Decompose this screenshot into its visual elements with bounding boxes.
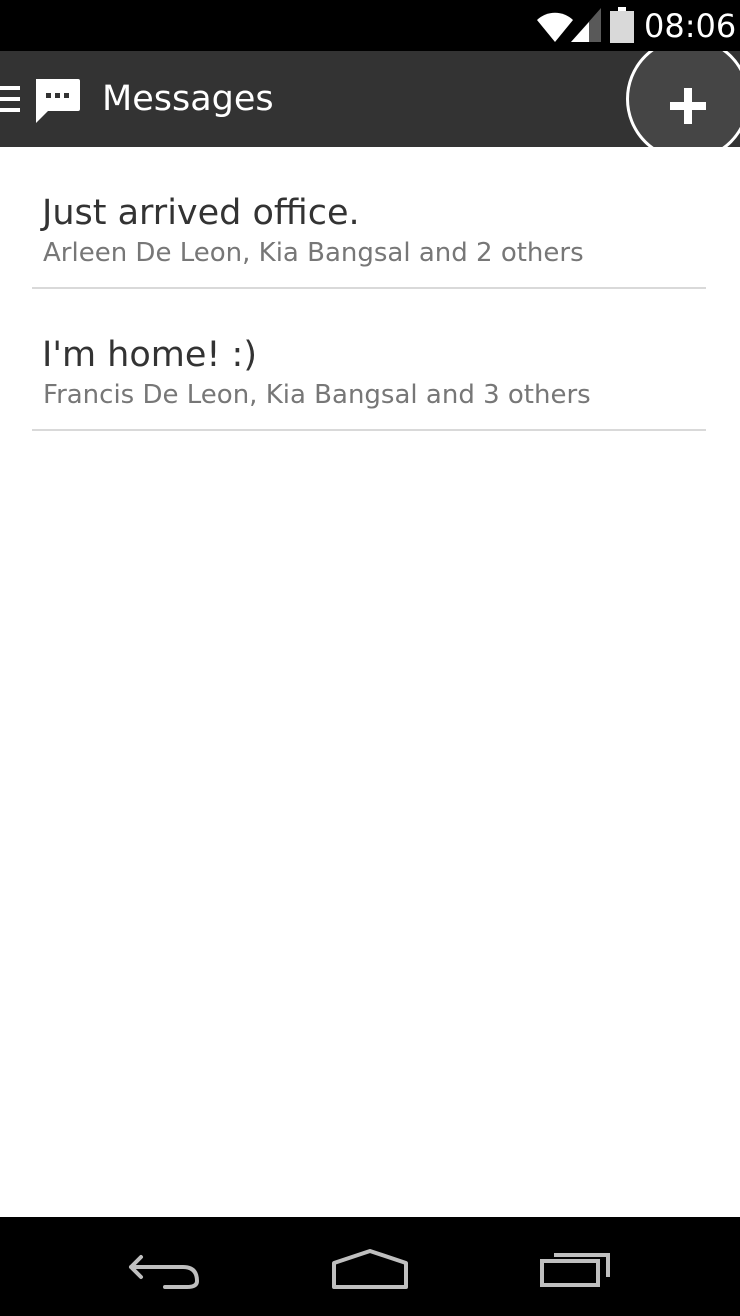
battery-icon [610,7,634,43]
message-bubble-icon[interactable] [32,75,82,125]
plus-icon [670,88,706,124]
conversation-item[interactable]: I'm home! :) Francis De Leon, Kia Bangsa… [32,289,706,431]
menu-icon[interactable] [0,84,22,114]
action-bar: Messages [0,51,740,147]
recents-button[interactable] [508,1217,648,1316]
back-button[interactable] [95,1217,235,1316]
home-button[interactable] [300,1217,440,1316]
back-icon [129,1255,199,1289]
conversation-participants: Francis De Leon, Kia Bangsal and 3 other… [43,380,591,410]
status-clock: 08:06 [644,7,737,45]
wifi-icon [537,12,573,42]
home-icon [332,1249,408,1289]
messages-screen: 08:06 Messages Just arrived office. Arle… [0,0,740,1316]
conversation-subject: Just arrived office. [42,193,360,233]
cell-signal-icon [571,8,601,42]
conversation-item[interactable]: Just arrived office. Arleen De Leon, Kia… [32,147,706,289]
recents-icon [540,1253,610,1287]
status-bar: 08:06 [0,0,740,51]
conversation-participants: Arleen De Leon, Kia Bangsal and 2 others [43,238,584,268]
app-title: Messages [102,79,274,119]
navigation-bar [0,1217,740,1316]
new-message-button[interactable] [626,51,740,147]
conversation-list: Just arrived office. Arleen De Leon, Kia… [0,147,740,431]
conversation-subject: I'm home! :) [42,335,257,375]
